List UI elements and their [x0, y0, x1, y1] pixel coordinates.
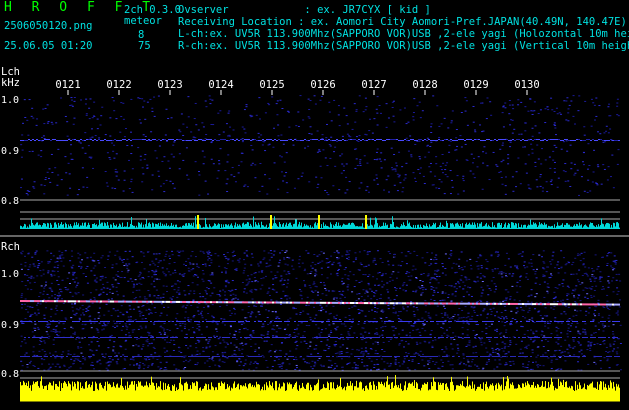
time-tick-label: 0122: [106, 79, 132, 91]
time-tick-label: 0121: [55, 79, 81, 91]
time-tick-label: 0130: [514, 79, 540, 91]
time-tick-label: 0123: [157, 79, 183, 91]
lch-ytick: 0.9: [1, 146, 20, 157]
rch-noise-bars: [20, 375, 620, 401]
time-tick-label: 0125: [259, 79, 285, 91]
lch-ytick: 0.8: [1, 196, 20, 207]
rch-ytick: 1.0: [1, 269, 20, 280]
rch-spectrogram: [20, 250, 622, 371]
rch-ytick: 0.8: [1, 369, 20, 380]
time-tick-label: 0127: [361, 79, 387, 91]
rch-label: Rch: [1, 241, 20, 253]
lch-unit: kHz: [1, 77, 20, 89]
time-tick-label: 0124: [208, 79, 234, 91]
time-tick-label: 0126: [310, 79, 336, 91]
spectrogram-plot: [0, 90, 629, 402]
lch-spectrogram: [20, 95, 620, 196]
lch-ytick: 1.0: [1, 95, 20, 106]
time-tick-label: 0129: [463, 79, 489, 91]
lch-noise-bars: [20, 215, 620, 229]
time-tick-label: 0128: [412, 79, 438, 91]
rch-ytick: 0.9: [1, 320, 20, 331]
